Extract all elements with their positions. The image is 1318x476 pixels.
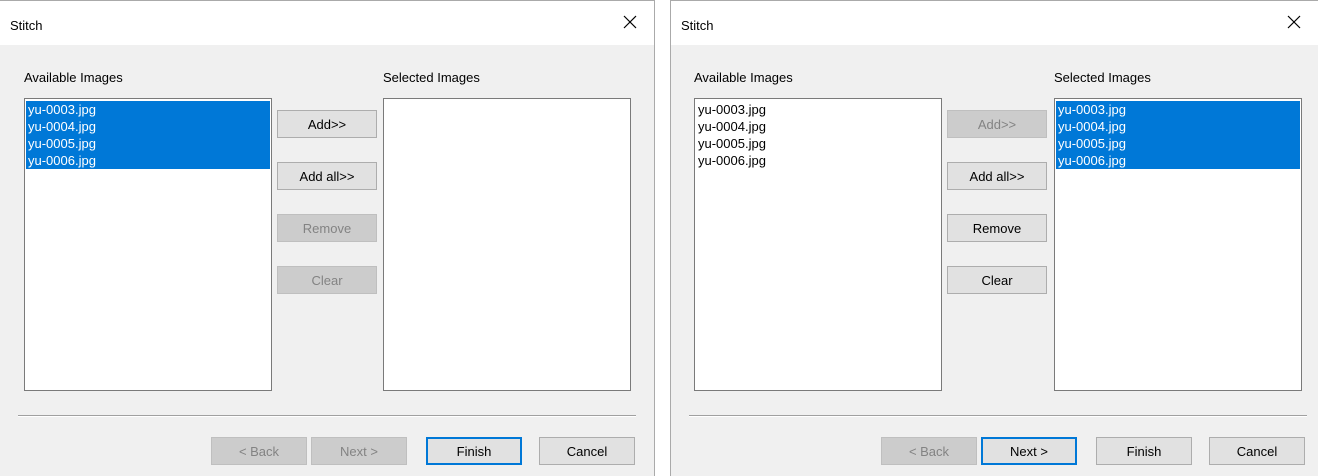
available-images-list[interactable]: yu-0003.jpg yu-0004.jpg yu-0005.jpg yu-0… (694, 98, 942, 391)
list-item[interactable]: yu-0003.jpg (26, 101, 270, 118)
finish-button[interactable]: Finish (426, 437, 522, 465)
footer-separator (689, 415, 1307, 417)
list-item[interactable]: yu-0004.jpg (696, 118, 940, 135)
selected-images-list[interactable]: yu-0003.jpg yu-0004.jpg yu-0005.jpg yu-0… (1054, 98, 1302, 391)
selected-images-label: Selected Images (1054, 70, 1151, 85)
add-all-button[interactable]: Add all>> (277, 162, 377, 190)
list-item[interactable]: yu-0005.jpg (26, 135, 270, 152)
dialog-title: Stitch (681, 18, 714, 33)
list-item[interactable]: yu-0003.jpg (696, 101, 940, 118)
title-bar: Stitch (0, 1, 654, 45)
stitch-dialog-left: Stitch Available Images Selected Images … (0, 0, 655, 476)
add-button[interactable]: Add>> (277, 110, 377, 138)
close-icon[interactable] (620, 12, 640, 32)
finish-button[interactable]: Finish (1096, 437, 1192, 465)
clear-button[interactable]: Clear (277, 266, 377, 294)
list-item[interactable]: yu-0005.jpg (1056, 135, 1300, 152)
list-item[interactable]: yu-0003.jpg (1056, 101, 1300, 118)
clear-button[interactable]: Clear (947, 266, 1047, 294)
title-bar: Stitch (671, 1, 1318, 45)
remove-button[interactable]: Remove (277, 214, 377, 242)
available-images-label: Available Images (24, 70, 123, 85)
add-all-button[interactable]: Add all>> (947, 162, 1047, 190)
stitch-dialog-right: Stitch Available Images Selected Images … (670, 0, 1318, 476)
back-button[interactable]: < Back (881, 437, 977, 465)
list-item[interactable]: yu-0004.jpg (26, 118, 270, 135)
available-images-label: Available Images (694, 70, 793, 85)
remove-button[interactable]: Remove (947, 214, 1047, 242)
selected-images-label: Selected Images (383, 70, 480, 85)
list-item[interactable]: yu-0006.jpg (26, 152, 270, 169)
selected-images-list[interactable] (383, 98, 631, 391)
dialog-title: Stitch (10, 18, 43, 33)
next-button[interactable]: Next > (981, 437, 1077, 465)
close-icon[interactable] (1284, 12, 1304, 32)
list-item[interactable]: yu-0005.jpg (696, 135, 940, 152)
back-button[interactable]: < Back (211, 437, 307, 465)
footer-separator (18, 415, 636, 417)
available-images-list[interactable]: yu-0003.jpg yu-0004.jpg yu-0005.jpg yu-0… (24, 98, 272, 391)
cancel-button[interactable]: Cancel (539, 437, 635, 465)
add-button[interactable]: Add>> (947, 110, 1047, 138)
list-item[interactable]: yu-0006.jpg (1056, 152, 1300, 169)
cancel-button[interactable]: Cancel (1209, 437, 1305, 465)
list-item[interactable]: yu-0006.jpg (696, 152, 940, 169)
next-button[interactable]: Next > (311, 437, 407, 465)
list-item[interactable]: yu-0004.jpg (1056, 118, 1300, 135)
